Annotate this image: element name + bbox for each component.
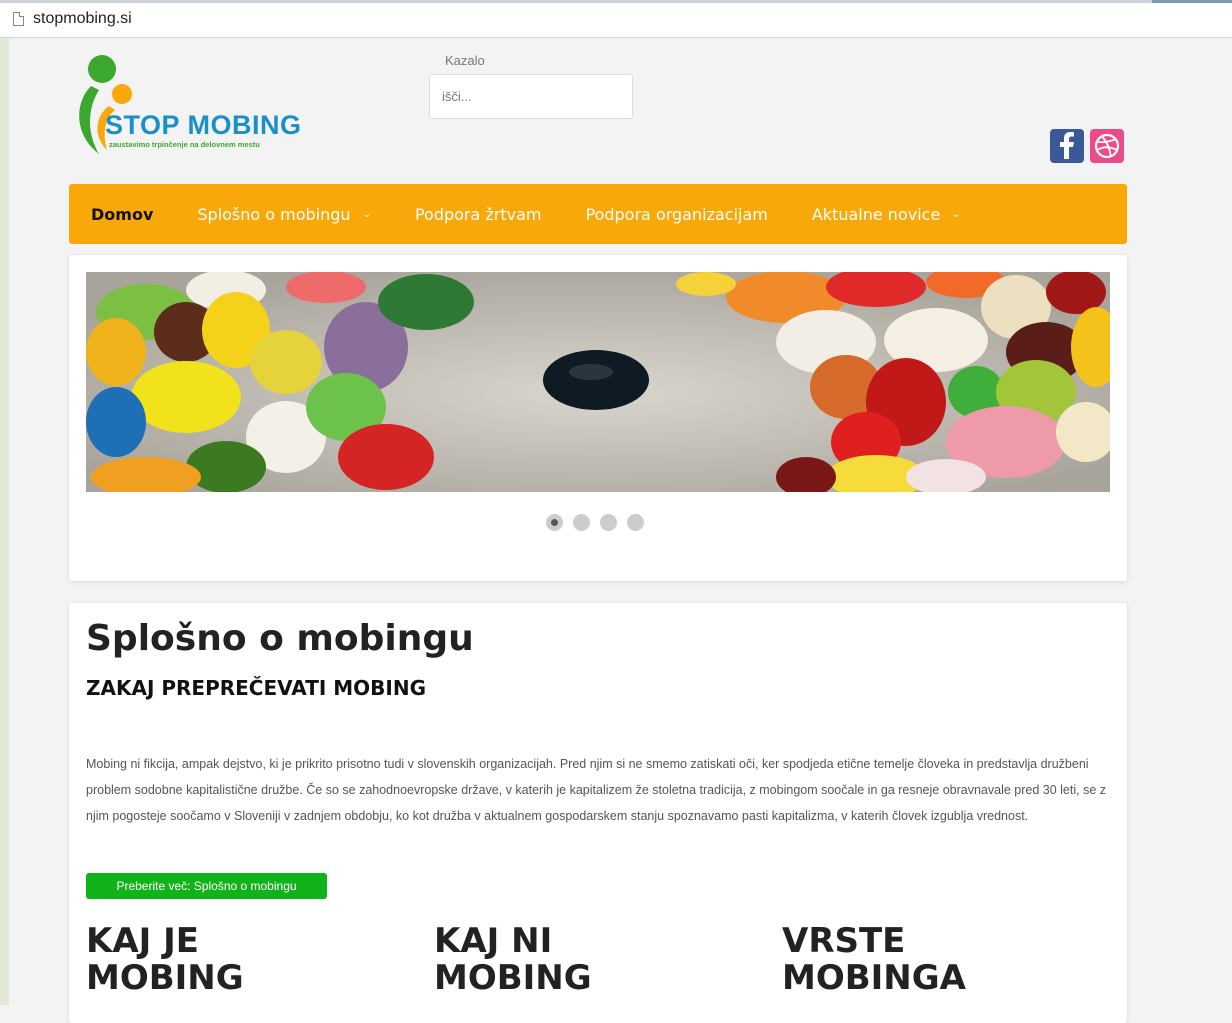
slider-dot[interactable] bbox=[546, 514, 563, 531]
column-title-vrste[interactable]: VRSTE MOBINGA bbox=[782, 923, 1022, 997]
tab-indicator bbox=[1152, 0, 1232, 3]
content-card: Splošno o mobingu ZAKAJ PREPREČEVATI MOB… bbox=[69, 603, 1127, 1023]
logo-title: STOP MOBING bbox=[105, 110, 302, 140]
slider-image[interactable] bbox=[86, 272, 1110, 492]
slider-pagination bbox=[546, 514, 644, 531]
chevron-down-icon: ⌄ bbox=[952, 208, 961, 220]
logo-tagline: zaustavimo trpinčenje na delovnem mestu bbox=[109, 140, 260, 149]
nav-item-label: Podpora žrtvam bbox=[414, 204, 542, 224]
nav-item-label: Splošno o mobingu bbox=[197, 204, 351, 224]
browser-address-bar[interactable]: stopmobing.si bbox=[0, 0, 1232, 38]
nav-item-domov[interactable]: Domov bbox=[91, 205, 153, 224]
dribbble-button[interactable] bbox=[1090, 129, 1124, 163]
page-title: Splošno o mobingu bbox=[86, 618, 474, 659]
nav-item-aktualne-novice[interactable]: Aktualne novice ⌄ bbox=[812, 205, 961, 224]
dribbble-icon bbox=[1094, 133, 1120, 159]
slider-dot[interactable] bbox=[627, 514, 644, 531]
page-icon bbox=[13, 12, 24, 26]
intro-text: Mobing ni fikcija, ampak dejstvo, ki je … bbox=[86, 757, 1107, 823]
nav-item-label: Domov bbox=[91, 204, 154, 224]
column-title-kaj-ni[interactable]: KAJ NI MOBING bbox=[434, 923, 674, 997]
search-label: Kazalo bbox=[445, 53, 485, 68]
chevron-down-icon: ⌄ bbox=[362, 208, 371, 220]
url-text[interactable]: stopmobing.si bbox=[33, 10, 132, 28]
jelly-beans-image bbox=[86, 272, 1110, 492]
window-edge bbox=[0, 0, 9, 1005]
main-navigation: Domov Splošno o mobingu ⌄ Podpora žrtvam… bbox=[69, 184, 1127, 244]
nav-item-splosno[interactable]: Splošno o mobingu ⌄ bbox=[197, 205, 371, 224]
nav-item-podpora-zrtvam[interactable]: Podpora žrtvam bbox=[415, 205, 542, 224]
image-slider bbox=[69, 255, 1127, 581]
column-title-kaj-je[interactable]: KAJ JE MOBING bbox=[86, 923, 326, 997]
read-more-button[interactable]: Preberite več: Splošno o mobingu bbox=[86, 873, 327, 899]
facebook-button[interactable] bbox=[1050, 129, 1084, 163]
nav-item-podpora-organizacijam[interactable]: Podpora organizacijam bbox=[586, 205, 768, 224]
slider-dot[interactable] bbox=[600, 514, 617, 531]
facebook-icon bbox=[1060, 132, 1074, 159]
section-subtitle: ZAKAJ PREPREČEVATI MOBING bbox=[86, 676, 426, 700]
nav-item-label: Aktualne novice bbox=[811, 204, 941, 224]
search-input[interactable] bbox=[429, 74, 633, 119]
slider-dot[interactable] bbox=[573, 514, 590, 531]
nav-item-label: Podpora organizacijam bbox=[585, 204, 768, 224]
site-logo[interactable]: STOP MOBING zaustavimo trpinčenje na del… bbox=[73, 54, 313, 158]
